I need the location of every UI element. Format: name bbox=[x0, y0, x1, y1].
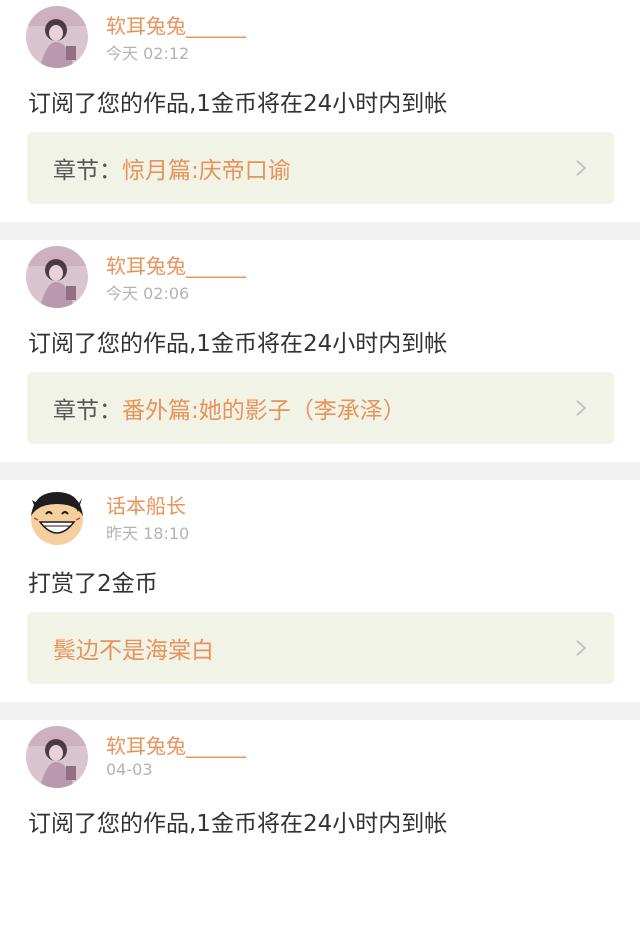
notification-card: 软耳兔兔______ 04-03 订阅了您的作品,1金币将在24小时内到帐 bbox=[0, 720, 640, 942]
chapter-title: 惊月篇:庆帝口谕 bbox=[122, 158, 291, 184]
notification-message: 订阅了您的作品,1金币将在24小时内到帐 bbox=[28, 91, 448, 117]
notification-message: 订阅了您的作品,1金币将在24小时内到帐 bbox=[28, 811, 448, 837]
username[interactable]: 软耳兔兔______ bbox=[106, 10, 246, 39]
notification-message: 订阅了您的作品,1金币将在24小时内到帐 bbox=[28, 331, 448, 357]
work-link-text: 鬓边不是海棠白 bbox=[53, 631, 214, 665]
user-avatar[interactable] bbox=[26, 486, 88, 548]
timestamp: 昨天 18:10 bbox=[106, 524, 190, 543]
username[interactable]: 话本船长 bbox=[106, 490, 186, 519]
user-avatar[interactable] bbox=[26, 6, 88, 68]
girl-avatar-icon bbox=[26, 246, 88, 308]
timestamp: 今天 02:06 bbox=[106, 284, 190, 303]
notification-card: 话本船长 昨天 18:10 打赏了2金币 鬓边不是海棠白 bbox=[0, 480, 640, 702]
notification-message: 打赏了2金币 bbox=[28, 571, 158, 597]
chapter-title: 番外篇:她的影子（李承泽） bbox=[122, 398, 406, 424]
cartoon-avatar-icon bbox=[26, 486, 88, 548]
chapter-label: 章节： bbox=[53, 158, 122, 184]
username[interactable]: 软耳兔兔______ bbox=[106, 250, 246, 279]
notification-card: 软耳兔兔______ 今天 02:12 订阅了您的作品,1金币将在24小时内到帐… bbox=[0, 0, 640, 222]
chapter-link[interactable]: 章节：番外篇:她的影子（李承泽） bbox=[27, 372, 614, 444]
user-avatar[interactable] bbox=[26, 246, 88, 308]
girl-avatar-icon bbox=[26, 6, 88, 68]
chevron-right-icon bbox=[576, 640, 587, 656]
chapter-link-text: 章节：惊月篇:庆帝口谕 bbox=[53, 151, 291, 185]
work-title: 鬓边不是海棠白 bbox=[53, 638, 214, 664]
chevron-right-icon bbox=[576, 160, 587, 176]
notification-feed: 软耳兔兔______ 今天 02:12 订阅了您的作品,1金币将在24小时内到帐… bbox=[0, 0, 640, 942]
timestamp: 今天 02:12 bbox=[106, 44, 190, 63]
chapter-label: 章节： bbox=[53, 398, 122, 424]
chapter-link-text: 章节：番外篇:她的影子（李承泽） bbox=[53, 391, 406, 425]
chevron-right-icon bbox=[576, 400, 587, 416]
username[interactable]: 软耳兔兔______ bbox=[106, 730, 246, 759]
work-link[interactable]: 鬓边不是海棠白 bbox=[27, 612, 614, 684]
notification-card: 软耳兔兔______ 今天 02:06 订阅了您的作品,1金币将在24小时内到帐… bbox=[0, 240, 640, 462]
user-avatar[interactable] bbox=[26, 726, 88, 788]
chapter-link[interactable]: 章节：惊月篇:庆帝口谕 bbox=[27, 132, 614, 204]
girl-avatar-icon bbox=[26, 726, 88, 788]
timestamp: 04-03 bbox=[106, 760, 153, 779]
